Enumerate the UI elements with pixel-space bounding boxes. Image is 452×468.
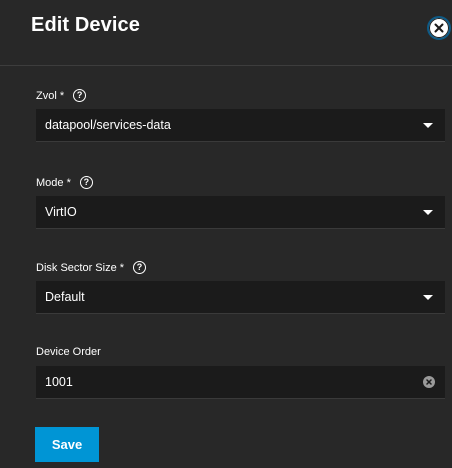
close-button[interactable] (427, 16, 451, 40)
mode-label: Mode * (36, 176, 71, 189)
disk-sector-size-value: Default (45, 290, 85, 304)
header-divider (0, 65, 452, 66)
mode-value: VirtIO (45, 205, 77, 219)
disk-sector-size-select[interactable]: Default (36, 281, 445, 314)
help-icon[interactable]: ? (133, 261, 147, 274)
x-icon (426, 379, 432, 385)
zvol-label: Zvol * (36, 89, 65, 102)
save-button[interactable]: Save (35, 427, 99, 462)
dialog-title: Edit Device (31, 14, 140, 36)
device-order-value: 1001 (45, 375, 73, 389)
zvol-value: datapool/services-data (45, 118, 171, 132)
device-order-label-row: Device Order (36, 346, 101, 358)
zvol-label-row: Zvol * ? (36, 89, 87, 102)
chevron-down-icon (423, 295, 433, 300)
help-icon[interactable]: ? (73, 89, 87, 102)
close-icon (434, 23, 444, 33)
disk-sector-size-label-row: Disk Sector Size * ? (36, 261, 147, 274)
edit-device-dialog: Edit Device Zvol * ? datapool/services-d… (0, 0, 452, 468)
device-order-input[interactable]: 1001 (36, 366, 445, 399)
dialog-header: Edit Device (0, 0, 452, 58)
mode-label-row: Mode * ? (36, 176, 93, 189)
chevron-down-icon (423, 123, 433, 128)
mode-select[interactable]: VirtIO (36, 196, 445, 229)
device-order-label: Device Order (36, 346, 101, 358)
help-icon[interactable]: ? (79, 176, 93, 189)
disk-sector-size-label: Disk Sector Size * (36, 261, 125, 274)
clear-icon[interactable] (423, 376, 435, 388)
zvol-select[interactable]: datapool/services-data (36, 109, 445, 142)
chevron-down-icon (423, 210, 433, 215)
